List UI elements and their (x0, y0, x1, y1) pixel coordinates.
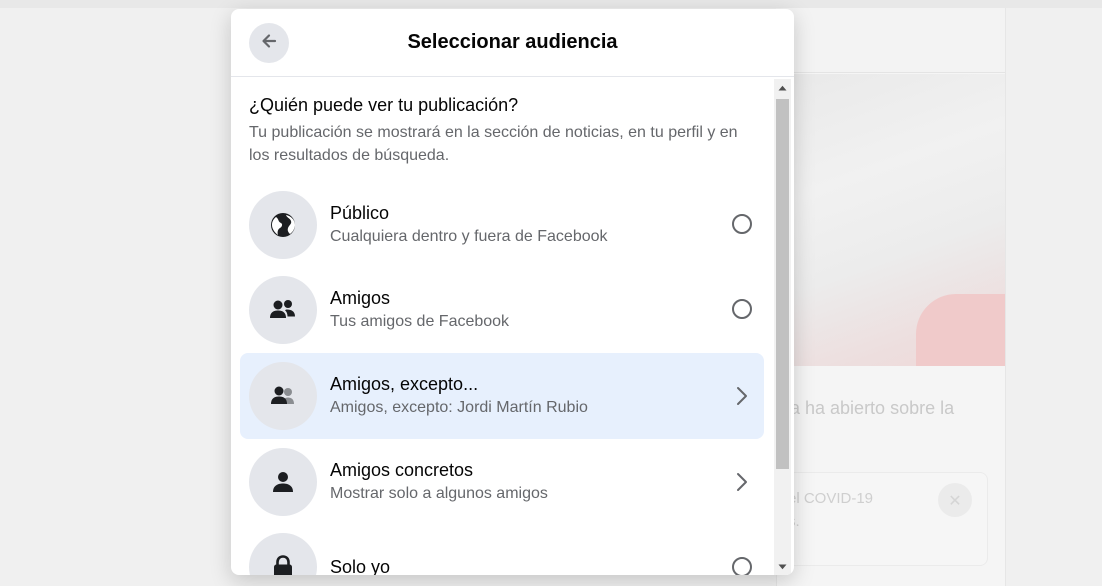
lock-icon (249, 533, 317, 575)
dialog-scrollbar[interactable] (774, 79, 791, 575)
option-only-me-title: Solo yo (330, 557, 391, 575)
background-post-header (776, 8, 1005, 73)
audience-question: ¿Quién puede ver tu publicación? (249, 95, 519, 115)
option-friends-except-title: Amigos, excepto... (330, 374, 479, 394)
audience-description: Tu publicación se mostrará en la sección… (249, 124, 738, 164)
option-public-subtitle: Cualquiera dentro y fuera de Facebook (330, 228, 608, 245)
option-specific-friends-subtitle: Mostrar solo a algunos amigos (330, 485, 548, 502)
background-notice-line-1: el COVID-19 (788, 490, 874, 507)
background-notice-line-2: s. (788, 510, 928, 533)
dialog-title: Seleccionar audiencia (407, 31, 618, 53)
option-friends-radio[interactable] (732, 299, 752, 319)
back-button[interactable] (249, 23, 289, 63)
background-post-text: a ha abierto sobre la (790, 398, 955, 418)
background-close-icon: ✕ (938, 483, 972, 517)
option-friends-subtitle: Tus amigos de Facebook (330, 313, 510, 330)
chevron-right-icon (734, 384, 750, 408)
option-friends-except[interactable]: Amigos, excepto... Amigos, excepto: Jord… (240, 353, 764, 439)
background-notice-text: el COVID-19 s. (788, 487, 928, 533)
chevron-right-icon (734, 470, 750, 494)
audience-dialog: Seleccionar audiencia ¿Quién puede ver t… (231, 9, 794, 575)
option-friends-except-subtitle: Amigos, excepto: Jordi Martín Rubio (330, 399, 588, 416)
background-post-image (776, 74, 1005, 366)
option-specific-friends-title: Amigos concretos (330, 460, 474, 480)
option-specific-friends[interactable]: Amigos concretos Mostrar solo a algunos … (240, 439, 764, 525)
arrow-left-icon (259, 31, 279, 55)
option-public-title: Público (330, 203, 390, 223)
scroll-thumb[interactable] (776, 99, 789, 469)
dialog-header: Seleccionar audiencia (231, 9, 794, 77)
option-friends[interactable]: Amigos Tus amigos de Facebook (240, 267, 764, 353)
option-only-me-radio[interactable] (732, 557, 752, 575)
scroll-up-arrow-icon[interactable] (774, 79, 791, 96)
option-friends-title: Amigos (330, 288, 391, 308)
person-icon (249, 448, 317, 516)
option-public[interactable]: Público Cualquiera dentro y fuera de Fac… (240, 182, 764, 268)
friends-icon (249, 276, 317, 344)
globe-icon (249, 191, 317, 259)
option-only-me[interactable]: Solo yo (240, 524, 764, 575)
scroll-down-arrow-icon[interactable] (774, 558, 791, 575)
dialog-body: ¿Quién puede ver tu publicación? Tu publ… (231, 77, 794, 575)
friends-except-icon (249, 362, 317, 430)
background-top-strip (0, 0, 1102, 8)
option-public-radio[interactable] (732, 214, 752, 234)
